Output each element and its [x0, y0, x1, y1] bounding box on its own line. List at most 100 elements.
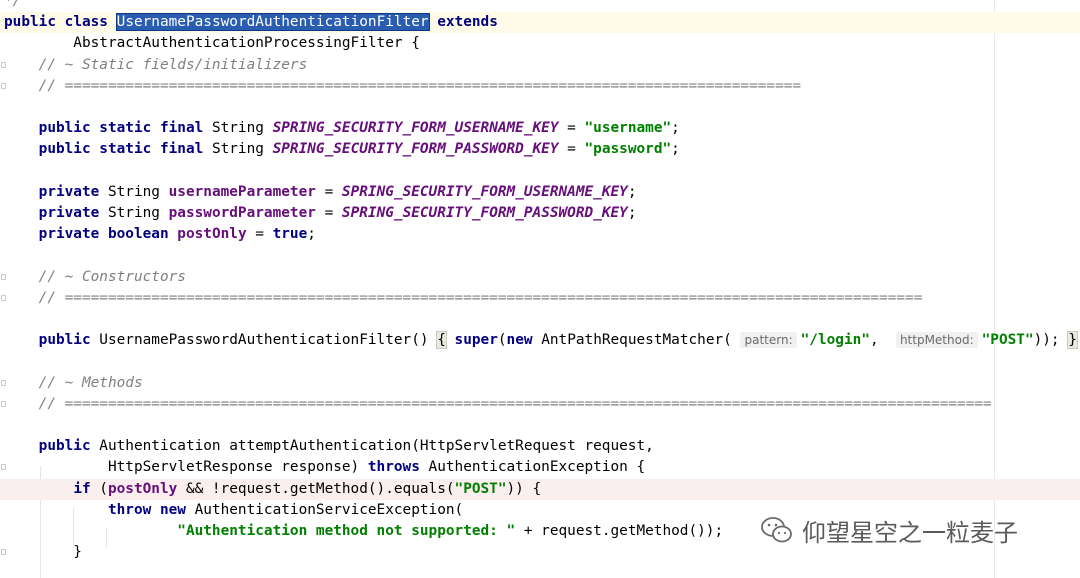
- code-line[interactable]: private String passwordParameter = SPRIN…: [0, 203, 1080, 224]
- code-line[interactable]: // =====================================…: [0, 288, 1080, 309]
- code-line[interactable]: HttpServletResponse response) throws Aut…: [0, 457, 1080, 478]
- code-token: AntPathRequestMatcher(: [532, 332, 741, 349]
- code-line[interactable]: // ~ Static fields/initializers: [0, 55, 1080, 76]
- comment-token: // ~ Constructors: [4, 268, 186, 285]
- code-line[interactable]: [0, 415, 1080, 436]
- code-text: // ~ Static fields/initializers: [4, 55, 308, 76]
- code-token: =: [315, 183, 342, 200]
- code-token: String: [99, 205, 169, 221]
- selected-class-name[interactable]: UsernamePasswordAuthenticationFilter: [115, 13, 430, 32]
- parameter-hint[interactable]: pattern:: [740, 332, 797, 349]
- code-line[interactable]: [0, 309, 1080, 330]
- keyword-token: private: [38, 205, 100, 221]
- parameter-hint[interactable]: httpMethod:: [895, 332, 978, 349]
- matched-brace: {: [436, 331, 447, 350]
- code-line[interactable]: [0, 97, 1080, 118]
- keyword-token: public: [4, 14, 56, 31]
- keyword-token: extends: [437, 14, 498, 31]
- comment-token: // =====================================…: [4, 395, 992, 412]
- code-token: ;: [627, 183, 637, 200]
- code-line[interactable]: public Authentication attemptAuthenticat…: [0, 436, 1080, 457]
- keyword-token: private boolean: [38, 226, 169, 243]
- wechat-icon: [761, 517, 792, 543]
- code-token: AuthenticationServiceException(: [185, 501, 464, 518]
- comment-token: // =====================================…: [4, 77, 802, 94]
- code-token: ;: [627, 205, 637, 221]
- code-token: }: [4, 544, 82, 561]
- code-token: =: [315, 205, 342, 221]
- comment-token: // =====================================…: [4, 289, 923, 306]
- comment-token: // ~ Methods: [4, 374, 143, 391]
- code-line[interactable]: if (postOnly && !request.getMethod().equ…: [0, 478, 1080, 500]
- code-text: // =====================================…: [4, 76, 801, 97]
- code-text: public static final String SPRING_SECURI…: [4, 118, 680, 139]
- code-text: public class UsernamePasswordAuthenticat…: [4, 12, 498, 33]
- code-line[interactable]: // =====================================…: [0, 394, 1080, 415]
- field-token: usernameParameter: [168, 183, 316, 200]
- keyword-token: throws: [367, 459, 420, 476]
- code-text: // ~ Constructors: [4, 267, 186, 288]
- code-text: HttpServletResponse response) throws Aut…: [4, 457, 645, 478]
- code-line[interactable]: public static final String SPRING_SECURI…: [0, 118, 1080, 139]
- code-editor[interactable]: */ public class UsernamePasswordAuthentic…: [0, 0, 1080, 578]
- matched-brace: }: [1067, 331, 1078, 350]
- code-text: private boolean postOnly = true;: [4, 224, 316, 245]
- code-text: // =====================================…: [4, 394, 992, 415]
- code-token: String: [203, 120, 273, 137]
- keyword-token: if: [73, 480, 91, 497]
- code-line[interactable]: // =====================================…: [0, 76, 1080, 97]
- code-line[interactable]: */: [0, 0, 1080, 12]
- code-line[interactable]: AbstractAuthenticationProcessingFilter {: [0, 33, 1080, 54]
- code-token: )) {: [506, 480, 542, 497]
- code-line[interactable]: // ~ Constructors: [0, 267, 1080, 288]
- code-token: String: [203, 141, 273, 158]
- code-token: =: [558, 141, 585, 158]
- field-token: postOnly: [177, 226, 247, 243]
- code-text: */: [4, 0, 21, 12]
- string-token: "/login": [800, 332, 870, 349]
- keyword-token: public: [38, 332, 91, 349]
- code-line[interactable]: private boolean postOnly = true;: [0, 224, 1080, 245]
- code-text: AbstractAuthenticationProcessingFilter {: [4, 33, 420, 54]
- keyword-token: class: [64, 14, 108, 31]
- code-token: =: [246, 226, 273, 243]
- code-token: (: [90, 480, 108, 497]
- code-token: ;: [307, 226, 316, 243]
- code-line[interactable]: private String usernameParameter = SPRIN…: [0, 182, 1080, 203]
- static-field-token: SPRING_SECURITY_FORM_USERNAME_KEY: [272, 120, 559, 137]
- code-line[interactable]: // ~ Methods: [0, 373, 1080, 394]
- code-token: ));: [1033, 332, 1069, 349]
- string-token: "Authentication method not supported: ": [177, 523, 516, 539]
- code-token: Authentication attemptAuthentication(Htt…: [90, 438, 654, 455]
- comment-token: */: [4, 0, 22, 9]
- code-text: private String passwordParameter = SPRIN…: [4, 203, 637, 224]
- code-line[interactable]: public class UsernamePasswordAuthenticat…: [0, 12, 1080, 34]
- code-token: (: [497, 332, 507, 349]
- string-token: "username": [584, 120, 672, 137]
- code-line[interactable]: public UsernamePasswordAuthenticationFil…: [0, 330, 1080, 351]
- code-line[interactable]: [0, 351, 1080, 372]
- field-token: passwordParameter: [168, 205, 316, 221]
- code-token: String: [99, 183, 169, 200]
- code-text: private String usernameParameter = SPRIN…: [4, 182, 637, 203]
- code-token: UsernamePasswordAuthenticationFilter(): [90, 332, 438, 349]
- field-token: postOnly: [107, 480, 178, 497]
- code-token: ;: [671, 141, 680, 158]
- code-line[interactable]: public static final String SPRING_SECURI…: [0, 139, 1080, 160]
- keyword-token: public static final: [38, 120, 204, 137]
- code-line[interactable]: [0, 245, 1080, 266]
- keyword-token: super: [454, 332, 498, 349]
- code-text: public Authentication attemptAuthenticat…: [4, 436, 654, 457]
- code-line[interactable]: [0, 161, 1080, 182]
- watermark-text: 仰望星空之一粒麦子: [802, 518, 1018, 547]
